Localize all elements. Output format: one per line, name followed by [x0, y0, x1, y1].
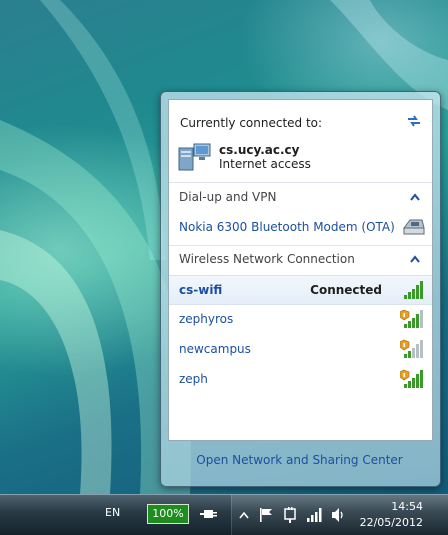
wifi-network-row[interactable]: zeph: [169, 365, 432, 393]
wifi-network-row[interactable]: zephyros: [169, 305, 432, 333]
signal-strength-icon: [404, 281, 423, 299]
dialup-section-header[interactable]: Dial-up and VPN: [169, 186, 432, 208]
network-sharing-center-link[interactable]: Open Network and Sharing Center: [168, 453, 431, 467]
secured-signal-icon: [400, 309, 423, 328]
wireless-section-header[interactable]: Wireless Network Connection: [169, 248, 432, 270]
current-network-name: cs.ucy.ac.cy: [219, 143, 300, 157]
dialup-section-label: Dial-up and VPN: [179, 190, 277, 204]
notification-area: 14:54 22/05/2012: [231, 495, 448, 535]
divider: [169, 182, 432, 183]
wifi-network-name: zephyros: [179, 312, 234, 326]
language-indicator[interactable]: EN: [105, 506, 120, 519]
network-flyout: Currently connected to: cs.ucy.ac.cy Int…: [160, 91, 441, 487]
taskbar: EN 100% 14:54 22/05/2012: [0, 494, 448, 535]
speaker-icon[interactable]: [331, 507, 347, 523]
wifi-network-name: newcampus: [179, 342, 251, 356]
wifi-network-status: Connected: [310, 283, 382, 297]
wifi-network-row[interactable]: newcampus: [169, 335, 432, 363]
refresh-icon[interactable]: [406, 114, 422, 128]
network-list-panel: Currently connected to: cs.ucy.ac.cy Int…: [168, 99, 433, 441]
network-computer-icon: [178, 143, 211, 171]
chevron-up-icon[interactable]: [239, 511, 249, 519]
clock-date[interactable]: 22/05/2012: [360, 516, 423, 529]
divider: [169, 245, 432, 246]
power-plug-icon[interactable]: [283, 507, 297, 523]
power-plug-icon[interactable]: [200, 507, 218, 521]
modem-icon: [403, 219, 425, 235]
network-signal-icon[interactable]: [306, 507, 324, 523]
flyout-footer: Open Network and Sharing Center: [168, 442, 431, 480]
secured-signal-icon: [400, 369, 423, 388]
battery-indicator[interactable]: 100%: [147, 504, 189, 524]
chevron-up-icon[interactable]: [410, 255, 420, 263]
wifi-network-name: zeph: [179, 372, 208, 386]
wireless-section-label: Wireless Network Connection: [179, 252, 355, 266]
wifi-network-name: cs-wifi: [179, 283, 223, 297]
clock-time[interactable]: 14:54: [391, 500, 423, 513]
secured-signal-icon: [400, 339, 423, 358]
connected-header: Currently connected to:: [180, 116, 323, 130]
wifi-network-row[interactable]: cs-wifi Connected: [169, 275, 432, 305]
chevron-up-icon[interactable]: [410, 193, 420, 201]
modem-connection-link[interactable]: Nokia 6300 Bluetooth Modem (OTA): [179, 220, 395, 234]
flag-icon[interactable]: [259, 507, 273, 523]
current-network-access: Internet access: [219, 157, 311, 171]
